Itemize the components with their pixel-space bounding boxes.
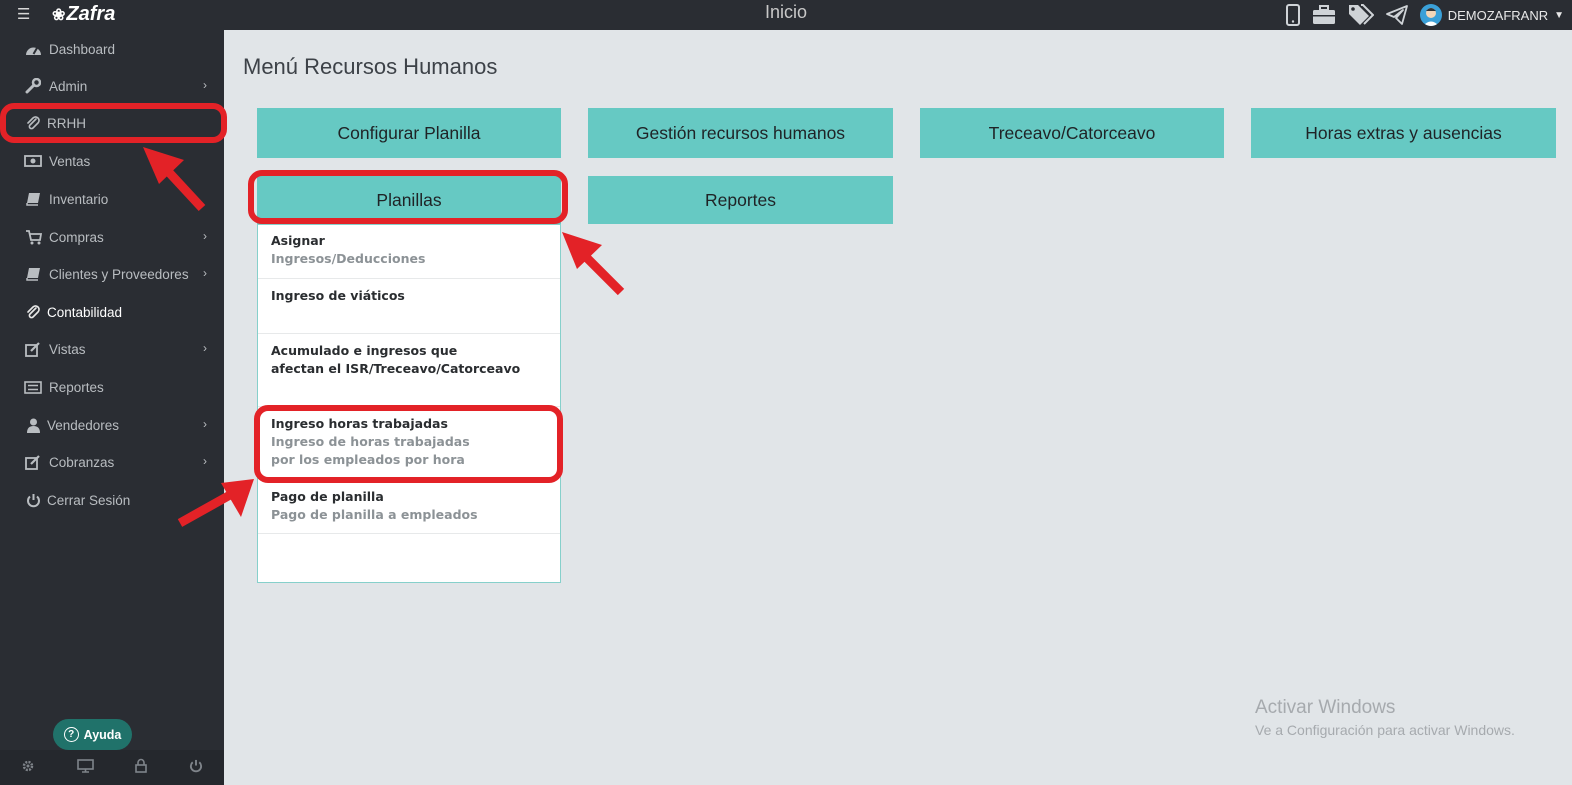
annotation-arrow-rrhh [143,147,206,212]
annotation-arrow-planillas [562,232,625,296]
annotation-arrows [143,147,625,527]
annotation-arrow-ingreso-horas [177,479,254,527]
